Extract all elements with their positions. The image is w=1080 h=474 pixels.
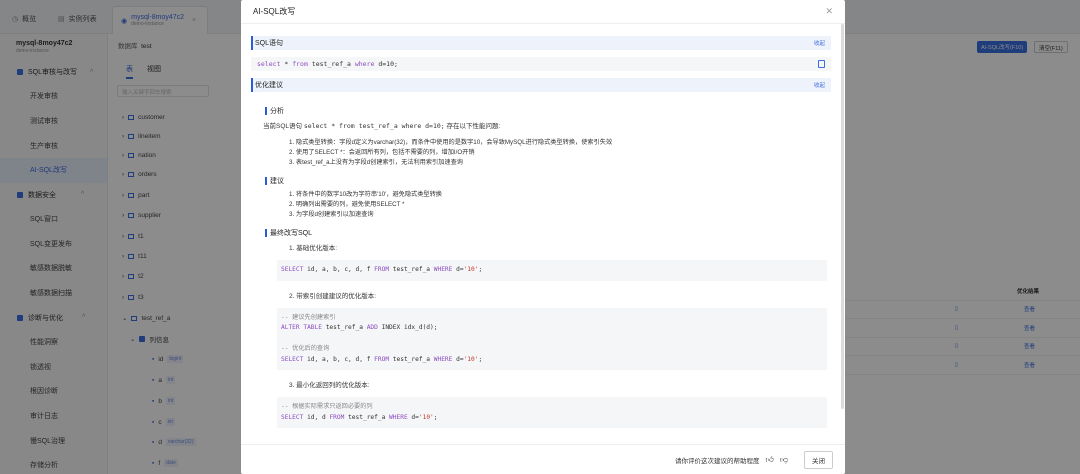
dialog-title: AI-SQL改写 (253, 7, 296, 16)
list-item: 1. 将条件中的数字10改为字符串'10'，避免隐式类型转换 (289, 191, 442, 198)
list-item: 2. 明确列出需要的列，避免使用SELECT * (289, 201, 405, 208)
code-block-index: -- 建议先创建索引 ALTER TABLE test_ref_a ADD IN… (277, 307, 827, 370)
list-item: 3. 表test_ref_a上没有为字段d创建索引，无法利用索引加速查询 (289, 159, 463, 166)
analysis-intro: 当前SQL语句 select * from test_ref_a where d… (263, 122, 501, 130)
original-sql: select * from test_ref_a where d=10; (251, 57, 831, 71)
collapse-sql-link[interactable]: 收起 (814, 39, 825, 47)
sql-section-header: SQL语句 收起 (251, 36, 831, 50)
list-item: 3. 为字段d创建索引以加速查询 (289, 211, 374, 218)
advice-section-header: 优化建议 收起 (251, 78, 831, 92)
thumbs-up-icon[interactable]: 👍︎ (766, 455, 774, 465)
feedback-text: 请你评价这次建议的帮助程度 (675, 457, 760, 465)
step-label: 2. 带索引创建建议的优化版本: (289, 292, 377, 300)
suggest-heading: 建议 (265, 176, 831, 186)
code-block-basic: SELECT id, a, b, c, d, f FROM test_ref_a… (277, 260, 827, 281)
step-label: 3. 最小化返回列的优化版本: (289, 382, 370, 389)
dialog-body: SQL语句 收起 select * from test_ref_a where … (251, 36, 831, 446)
close-button[interactable]: 关闭 (804, 450, 833, 469)
dialog-footer: 请你评价这次建议的帮助程度 👍︎ 👎︎ 关闭 (241, 444, 845, 474)
thumbs-down-icon[interactable]: 👎︎ (780, 455, 788, 465)
dialog-header: AI-SQL改写 ✕ (241, 0, 845, 24)
code-block-minimal: -- 根据实际需求只返回必要的列 SELECT id, d FROM test_… (277, 397, 827, 428)
ai-sql-rewrite-dialog: AI-SQL改写 ✕ SQL语句 收起 select * from test_r… (241, 0, 845, 474)
collapse-advice-link[interactable]: 收起 (814, 81, 825, 89)
list-item: 2. 使用了SELECT *：会返回所有列，包括不需要的列，增加I/O开销 (289, 149, 475, 156)
list-item: 1. 隐式类型转换：字段d定义为varchar(32)，而条件中使用的是数字10… (289, 139, 613, 146)
final-sql-heading: 最终改写SQL (265, 228, 831, 238)
copy-icon[interactable] (818, 60, 825, 68)
close-icon[interactable]: ✕ (825, 6, 833, 17)
dialog-scrollbar[interactable] (841, 24, 844, 409)
step-label: 1. 基础优化版本: (289, 245, 338, 252)
analysis-heading: 分析 (265, 106, 831, 116)
